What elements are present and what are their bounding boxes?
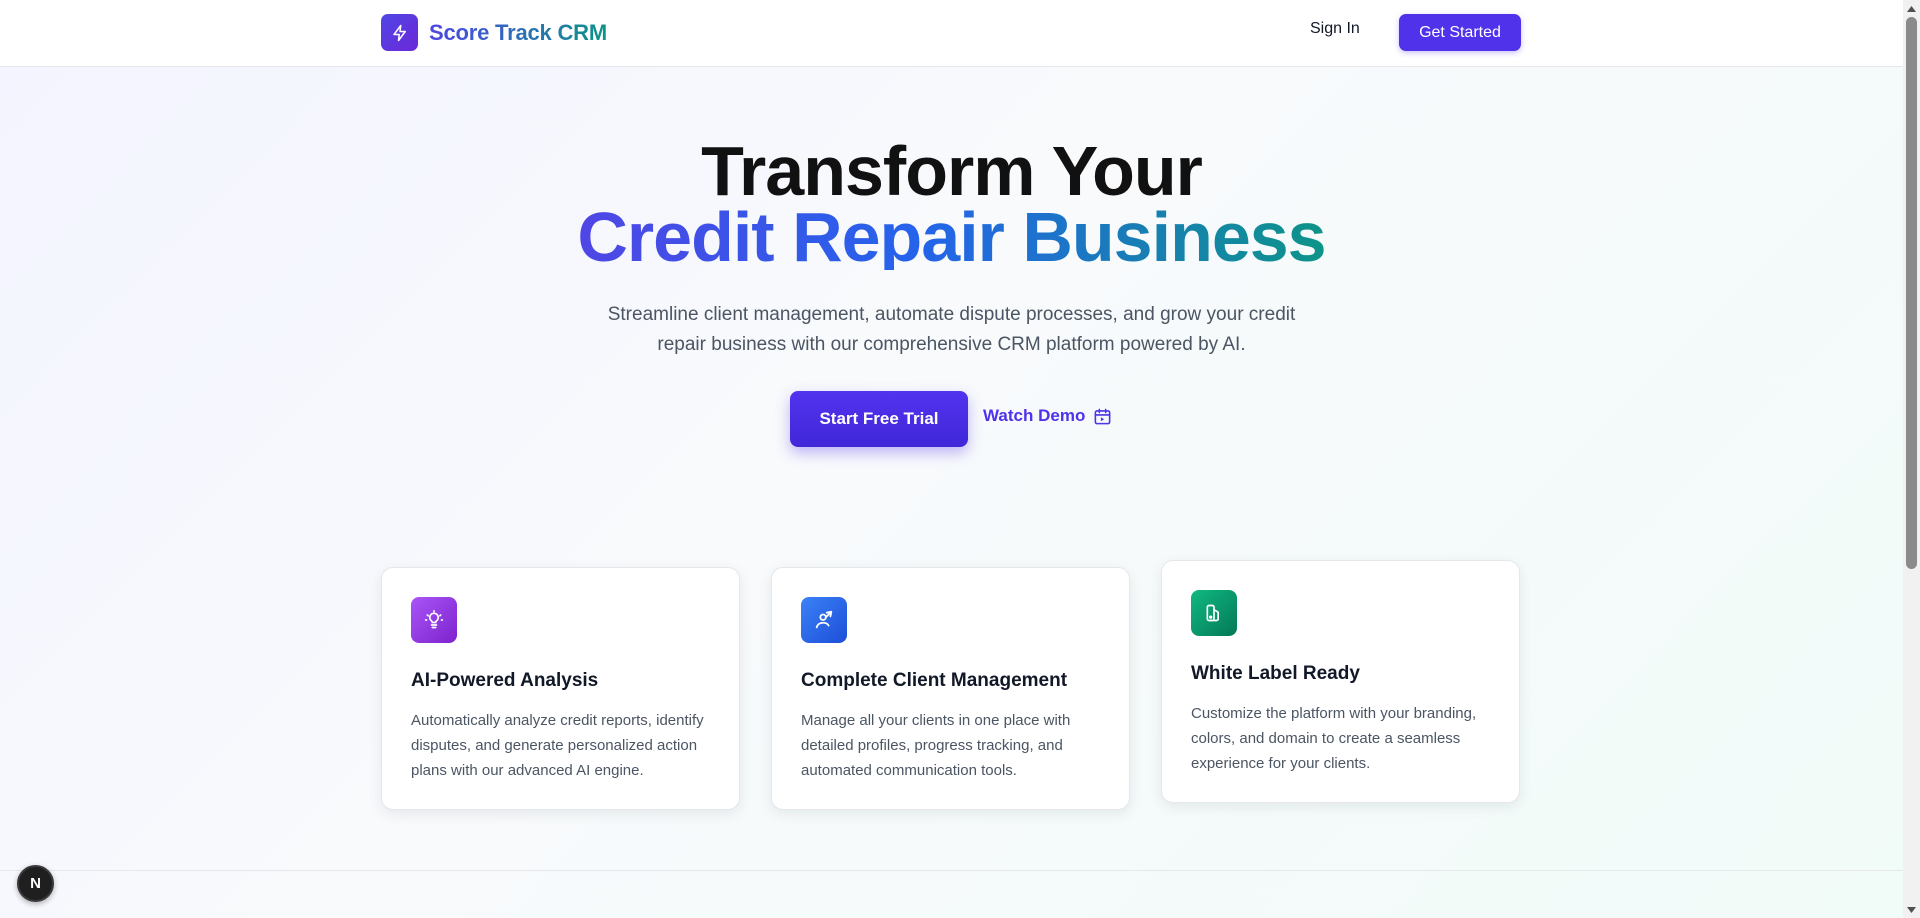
start-free-trial-button[interactable]: Start Free Trial <box>790 391 968 447</box>
feature-description: Manage all your clients in one place wit… <box>801 712 1071 779</box>
calendar-icon <box>1094 408 1111 424</box>
user-arrow-icon <box>801 597 847 643</box>
feature-title: AI-Powered Analysis <box>411 670 599 691</box>
feature-description: Customize the platform with your brandin… <box>1191 705 1477 772</box>
get-started-button[interactable]: Get Started <box>1399 14 1521 51</box>
palette-icon <box>1191 590 1237 636</box>
brand-logo[interactable]: Score Track CRM <box>381 14 607 51</box>
feature-description: Automatically analyze credit reports, id… <box>411 712 704 779</box>
hero-title-line2: Credit Repair Business <box>577 198 1326 276</box>
watch-demo-button[interactable]: Watch Demo <box>983 406 1112 426</box>
feature-title: White Label Ready <box>1191 663 1360 684</box>
lightbulb-icon <box>411 597 457 643</box>
sign-in-link[interactable]: Sign In <box>1310 20 1360 38</box>
scroll-down-arrow-icon[interactable] <box>1903 901 1920 918</box>
feature-card-client-management: Complete Client Management Manage all yo… <box>771 567 1130 810</box>
section-divider <box>0 870 1903 871</box>
lightning-bolt-icon <box>381 14 418 51</box>
brand-name: Score Track CRM <box>429 19 607 45</box>
hero-subtitle: Streamline client management, automate d… <box>607 304 1296 355</box>
vertical-scrollbar[interactable] <box>1903 0 1920 918</box>
page: Score Track CRM Sign In Get Started Tran… <box>0 0 1903 918</box>
feature-card-white-label: White Label Ready Customize the platform… <box>1161 560 1520 803</box>
scrollbar-thumb[interactable] <box>1906 17 1917 569</box>
watch-demo-label: Watch Demo <box>983 406 1086 425</box>
nextjs-dev-badge[interactable]: N <box>17 865 54 902</box>
hero-title-line1: Transform Your <box>701 132 1203 210</box>
top-navbar: Score Track CRM Sign In Get Started <box>0 0 1903 67</box>
feature-card-ai-analysis: AI-Powered Analysis Automatically analyz… <box>381 567 740 810</box>
feature-title: Complete Client Management <box>801 670 1068 691</box>
scroll-up-arrow-icon[interactable] <box>1903 0 1920 17</box>
hero-title: Transform Your Credit Repair Business <box>0 132 1903 276</box>
